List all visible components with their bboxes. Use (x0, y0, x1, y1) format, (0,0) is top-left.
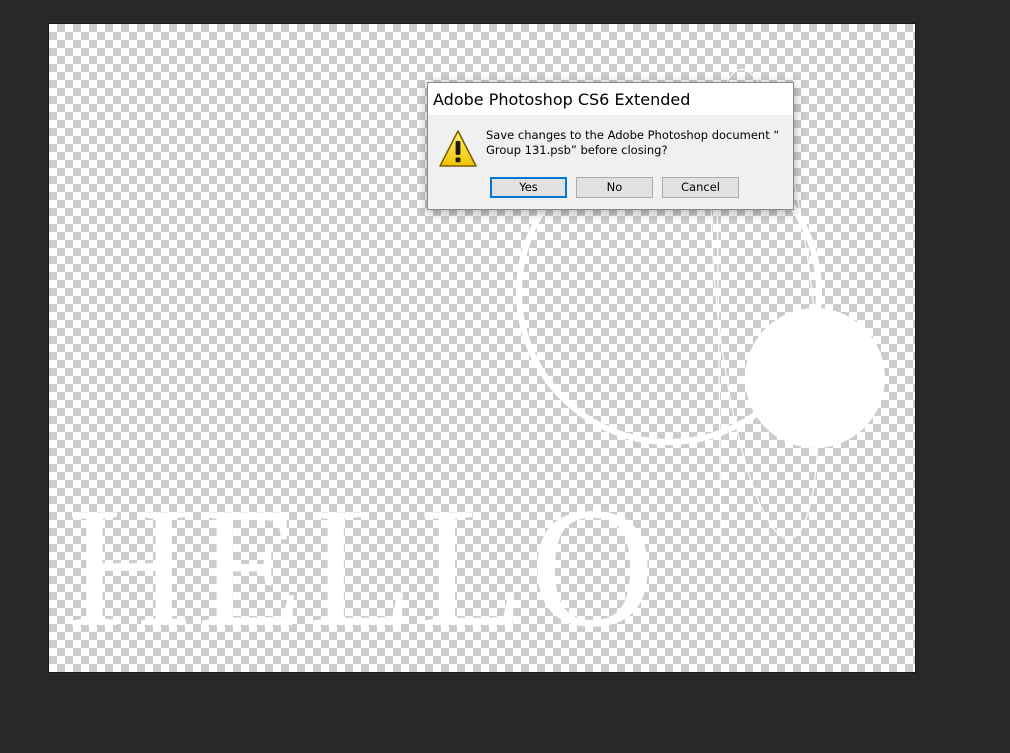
dialog-title: Adobe Photoshop CS6 Extended (433, 90, 691, 109)
dialog-titlebar[interactable]: Adobe Photoshop CS6 Extended (428, 83, 793, 115)
warning-icon (439, 130, 477, 167)
cancel-button[interactable]: Cancel (662, 177, 739, 198)
dialog-message: Save changes to the Adobe Photoshop docu… (486, 128, 781, 158)
save-changes-dialog: Adobe Photoshop CS6 Extended Save change… (427, 82, 794, 210)
photoshop-workspace: HELLO Adobe Photoshop CS6 Extended Save … (0, 0, 1010, 753)
dialog-message-line-2: Group 131.psb” before closing? (486, 143, 668, 157)
dialog-message-line-1: Save changes to the Adobe Photoshop docu… (486, 128, 780, 142)
hello-text-layer: HELLO (67, 473, 661, 663)
no-button[interactable]: No (576, 177, 653, 198)
yes-button[interactable]: Yes (490, 177, 567, 198)
filled-circle-shape (745, 308, 885, 448)
